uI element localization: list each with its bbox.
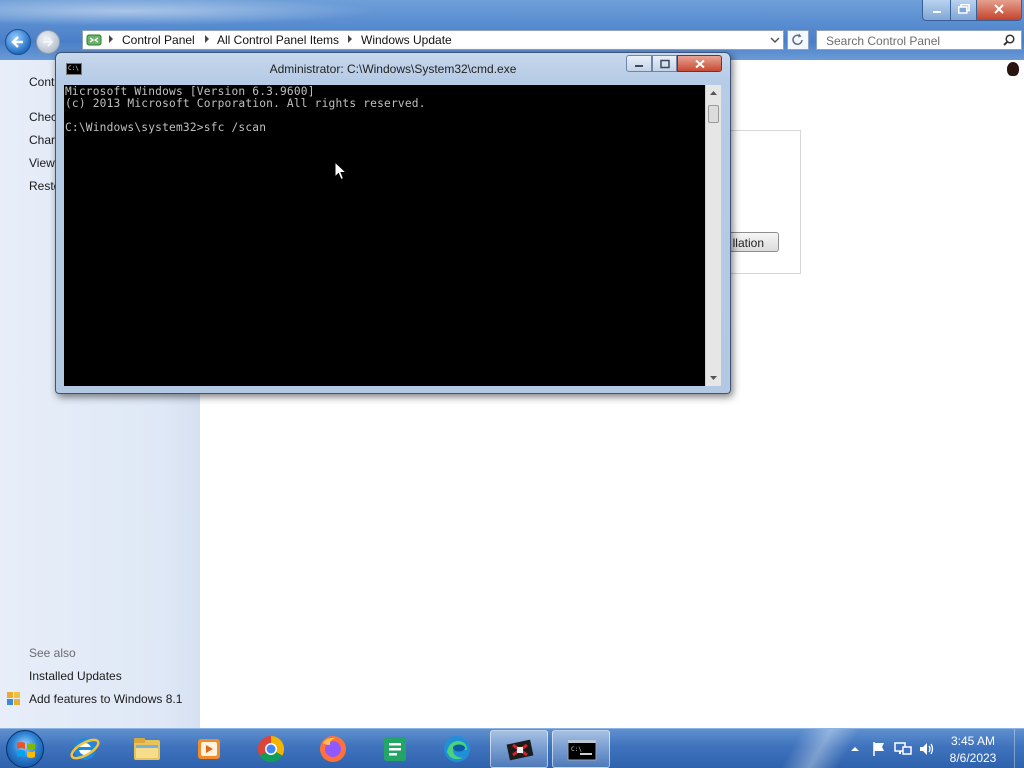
back-arrow-icon: [11, 36, 23, 48]
scroll-down-arrow-icon[interactable]: [706, 370, 721, 386]
folder-icon: [134, 738, 160, 760]
install-button-label: llation: [732, 236, 764, 250]
nav-link-change-settings[interactable]: Char: [29, 133, 55, 147]
maximize-icon: [659, 59, 670, 68]
chevron-down-icon[interactable]: [767, 31, 783, 49]
media-player-icon: [198, 739, 220, 759]
game-icon: [506, 739, 534, 761]
taskbar-glow: [760, 729, 880, 768]
show-hidden-icons-icon[interactable]: [850, 745, 860, 753]
refresh-icon: [792, 33, 803, 45]
close-icon: [994, 4, 1004, 14]
cmd-title-bar[interactable]: C:\ Administrator: C:\Windows\System32\c…: [56, 53, 730, 83]
window-frame: Control Panel All Control Panel Items Wi…: [0, 0, 1024, 60]
edge-icon: [444, 736, 470, 762]
taskbar-chrome[interactable]: [242, 730, 300, 768]
minimize-icon: [933, 11, 941, 13]
restore-button[interactable]: [950, 0, 978, 21]
search-icon[interactable]: [1003, 34, 1015, 46]
cmd-close-button[interactable]: [677, 55, 722, 72]
add-features-link[interactable]: Add features to Windows 8.1: [29, 692, 182, 706]
show-desktop-button[interactable]: [1014, 729, 1024, 768]
taskbar-file-explorer[interactable]: [118, 730, 176, 768]
windows-features-icon: [7, 692, 21, 706]
cmd-minimize-button[interactable]: [626, 55, 652, 72]
minimize-button[interactable]: [922, 0, 952, 21]
taskbar-command-prompt[interactable]: C:\: [552, 730, 610, 768]
nav-link-view-history[interactable]: View: [29, 156, 55, 170]
taskbar-game[interactable]: [490, 730, 548, 768]
mouse-cursor-icon: [334, 161, 348, 181]
scroll-thumb[interactable]: [708, 105, 719, 123]
refresh-button[interactable]: [787, 30, 809, 50]
clock-time[interactable]: 3:45 AM: [940, 734, 1006, 748]
console-output[interactable]: Microsoft Windows [Version 6.3.9600] (c)…: [64, 85, 705, 386]
nav-link-check-updates[interactable]: Chec: [29, 110, 57, 124]
action-center-flag-icon[interactable]: [871, 741, 887, 757]
minimize-icon: [635, 64, 643, 67]
search-input[interactable]: Search Control Panel: [816, 30, 1022, 50]
cmd-maximize-button[interactable]: [652, 55, 677, 72]
taskbar-media-player[interactable]: [180, 730, 238, 768]
spreadsheet-icon: [384, 737, 406, 761]
see-also-heading: See also: [29, 646, 76, 660]
chrome-icon: [257, 735, 285, 763]
windows-logo-icon: [17, 742, 35, 758]
start-button[interactable]: [6, 730, 44, 768]
breadcrumb-separator: [109, 35, 113, 43]
breadcrumb-all-items[interactable]: All Control Panel Items: [217, 33, 339, 47]
help-icon[interactable]: [1007, 62, 1019, 76]
breadcrumb-separator: [205, 35, 209, 43]
scroll-up-arrow-icon[interactable]: [706, 85, 721, 101]
back-button[interactable]: [5, 29, 31, 55]
forward-button[interactable]: [36, 30, 60, 54]
taskbar-internet-explorer[interactable]: [56, 730, 114, 768]
vertical-scrollbar[interactable]: [705, 85, 721, 386]
console-line: (c) 2013 Microsoft Corporation. All righ…: [65, 97, 426, 110]
breadcrumb-control-panel[interactable]: Control Panel: [122, 33, 195, 47]
network-icon[interactable]: [894, 741, 912, 757]
svg-text:C:\: C:\: [571, 746, 582, 753]
breadcrumb-windows-update[interactable]: Windows Update: [361, 33, 452, 47]
console-prompt-line: C:\Windows\system32>sfc /scan: [65, 121, 267, 134]
search-placeholder: Search Control Panel: [826, 34, 941, 48]
taskbar-firefox[interactable]: [304, 730, 362, 768]
breadcrumb-separator: [348, 35, 352, 43]
taskbar-spreadsheet[interactable]: [366, 730, 424, 768]
close-button[interactable]: [976, 0, 1022, 21]
cmd-window[interactable]: C:\ Administrator: C:\Windows\System32\c…: [55, 52, 731, 394]
frame-highlight: [0, 0, 420, 28]
taskbar: C:\ 3:45 AM 8/6/2023: [0, 728, 1024, 768]
firefox-icon: [320, 736, 346, 762]
address-bar[interactable]: Control Panel All Control Panel Items Wi…: [82, 30, 784, 50]
control-panel-icon: [86, 34, 102, 46]
close-icon: [694, 59, 705, 68]
nav-link-control-panel-home[interactable]: Cont: [29, 75, 54, 89]
installed-updates-link[interactable]: Installed Updates: [29, 669, 122, 683]
cmd-icon: C:\: [567, 739, 597, 761]
ie-icon: [70, 738, 100, 760]
forward-arrow-icon: [43, 37, 54, 47]
taskbar-edge[interactable]: [428, 730, 486, 768]
clock-date[interactable]: 8/6/2023: [940, 751, 1006, 765]
restore-icon: [958, 3, 970, 14]
volume-icon[interactable]: [918, 741, 936, 757]
